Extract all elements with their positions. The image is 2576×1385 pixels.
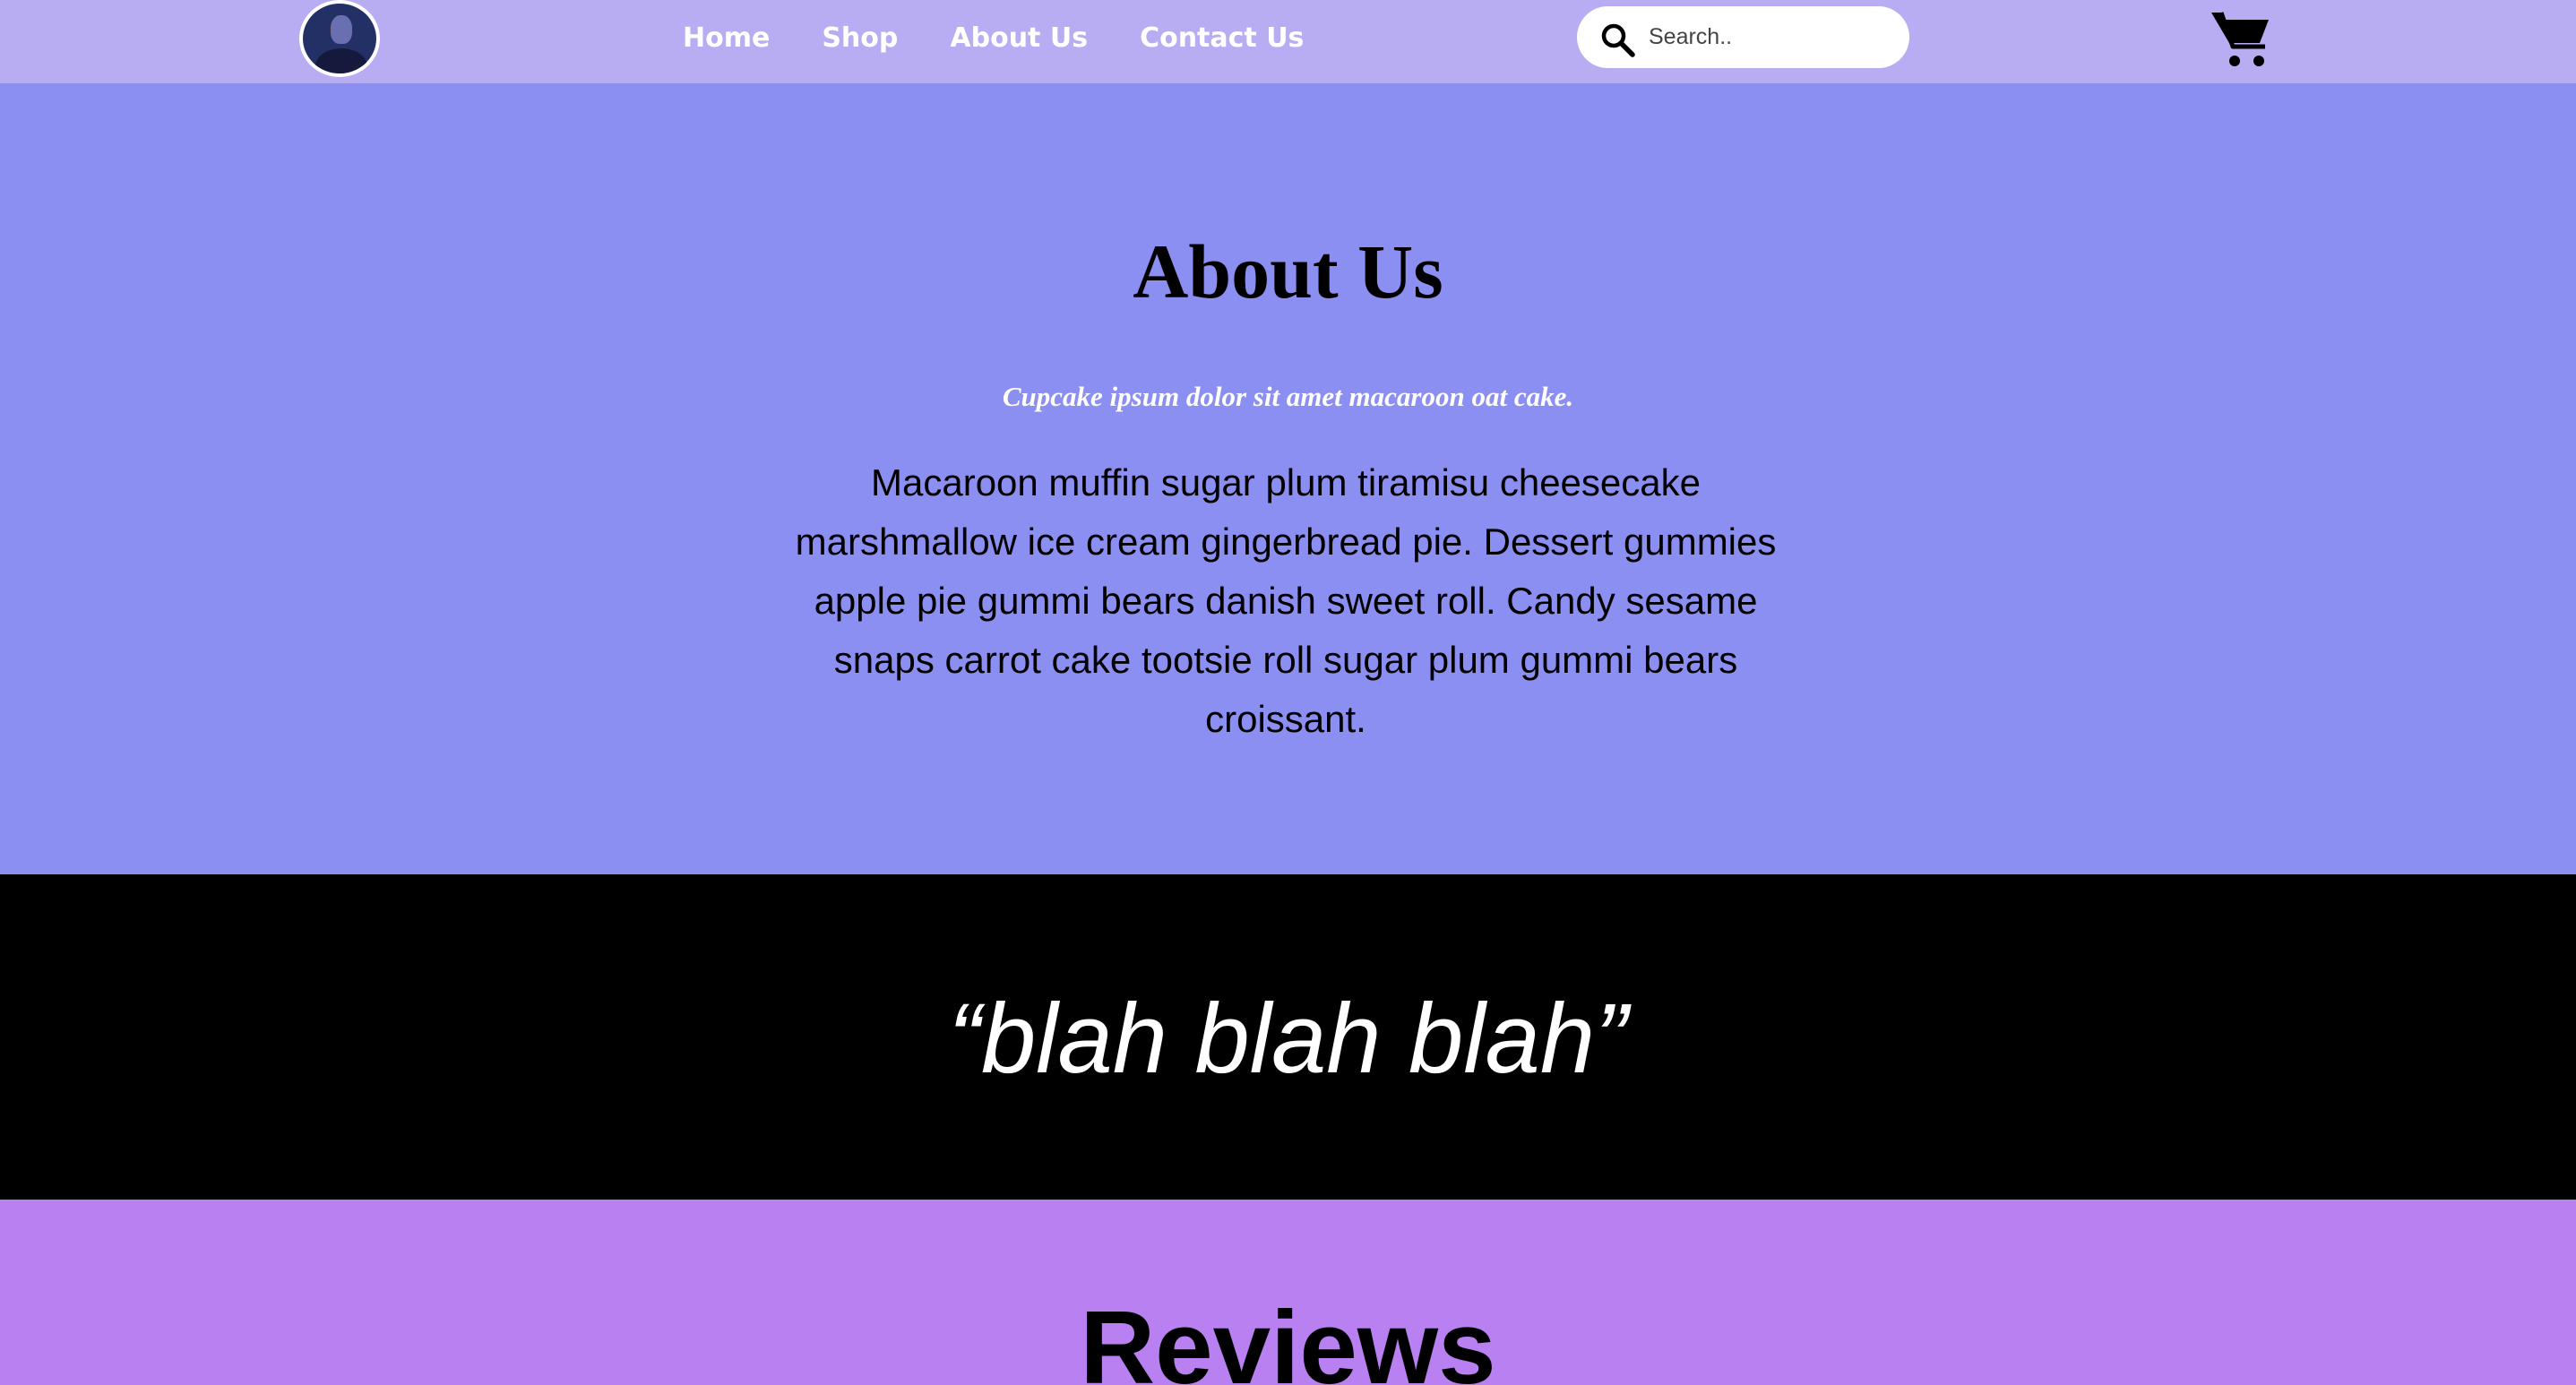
about-body-text: Macaroon muffin sugar plum tiramisu chee… [795, 461, 1777, 740]
about-title: About Us [1133, 228, 1443, 314]
top-navbar: Home Shop About Us Contact Us [0, 0, 2576, 83]
nav-link-home[interactable]: Home [683, 22, 770, 54]
nav-link-shop[interactable]: Shop [822, 22, 898, 54]
search-icon[interactable] [1600, 22, 1636, 58]
avatar-face [331, 15, 352, 44]
reviews-title: Reviews [1080, 1289, 1496, 1385]
quote-section: “blah blah blah” [0, 874, 2576, 1200]
about-section: About Us Cupcake ipsum dolor sit amet ma… [0, 83, 2576, 874]
reviews-section: Reviews [0, 1200, 2576, 1385]
search-input[interactable] [1649, 17, 1891, 56]
nav-link-about-us[interactable]: About Us [950, 22, 1088, 54]
nav-links: Home Shop About Us Contact Us [683, 18, 1304, 57]
about-subtitle: Cupcake ipsum dolor sit amet macaroon oa… [1002, 381, 1574, 412]
nav-link-contact-us[interactable]: Contact Us [1140, 22, 1304, 54]
user-avatar[interactable] [299, 0, 380, 77]
page: Home Shop About Us Contact Us About Us C… [0, 0, 2576, 1385]
quote-text: “blah blah blah” [948, 984, 1628, 1094]
shopping-cart-icon[interactable] [2210, 7, 2272, 68]
search-box[interactable] [1577, 6, 1909, 68]
avatar-body [315, 48, 367, 73]
